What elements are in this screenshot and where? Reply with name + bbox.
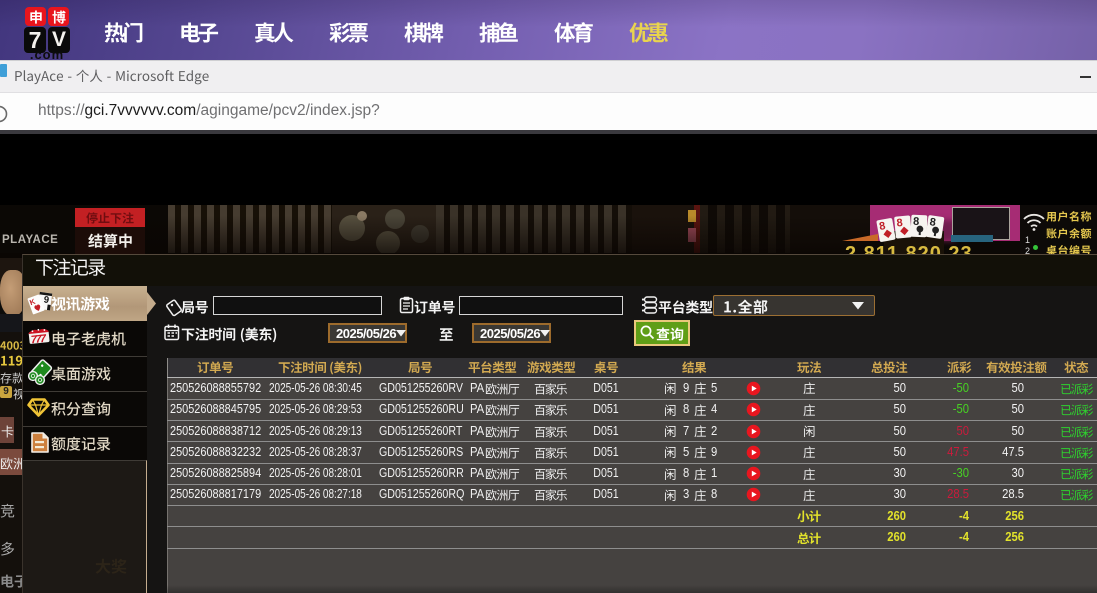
svg-text:8: 8	[896, 217, 903, 229]
